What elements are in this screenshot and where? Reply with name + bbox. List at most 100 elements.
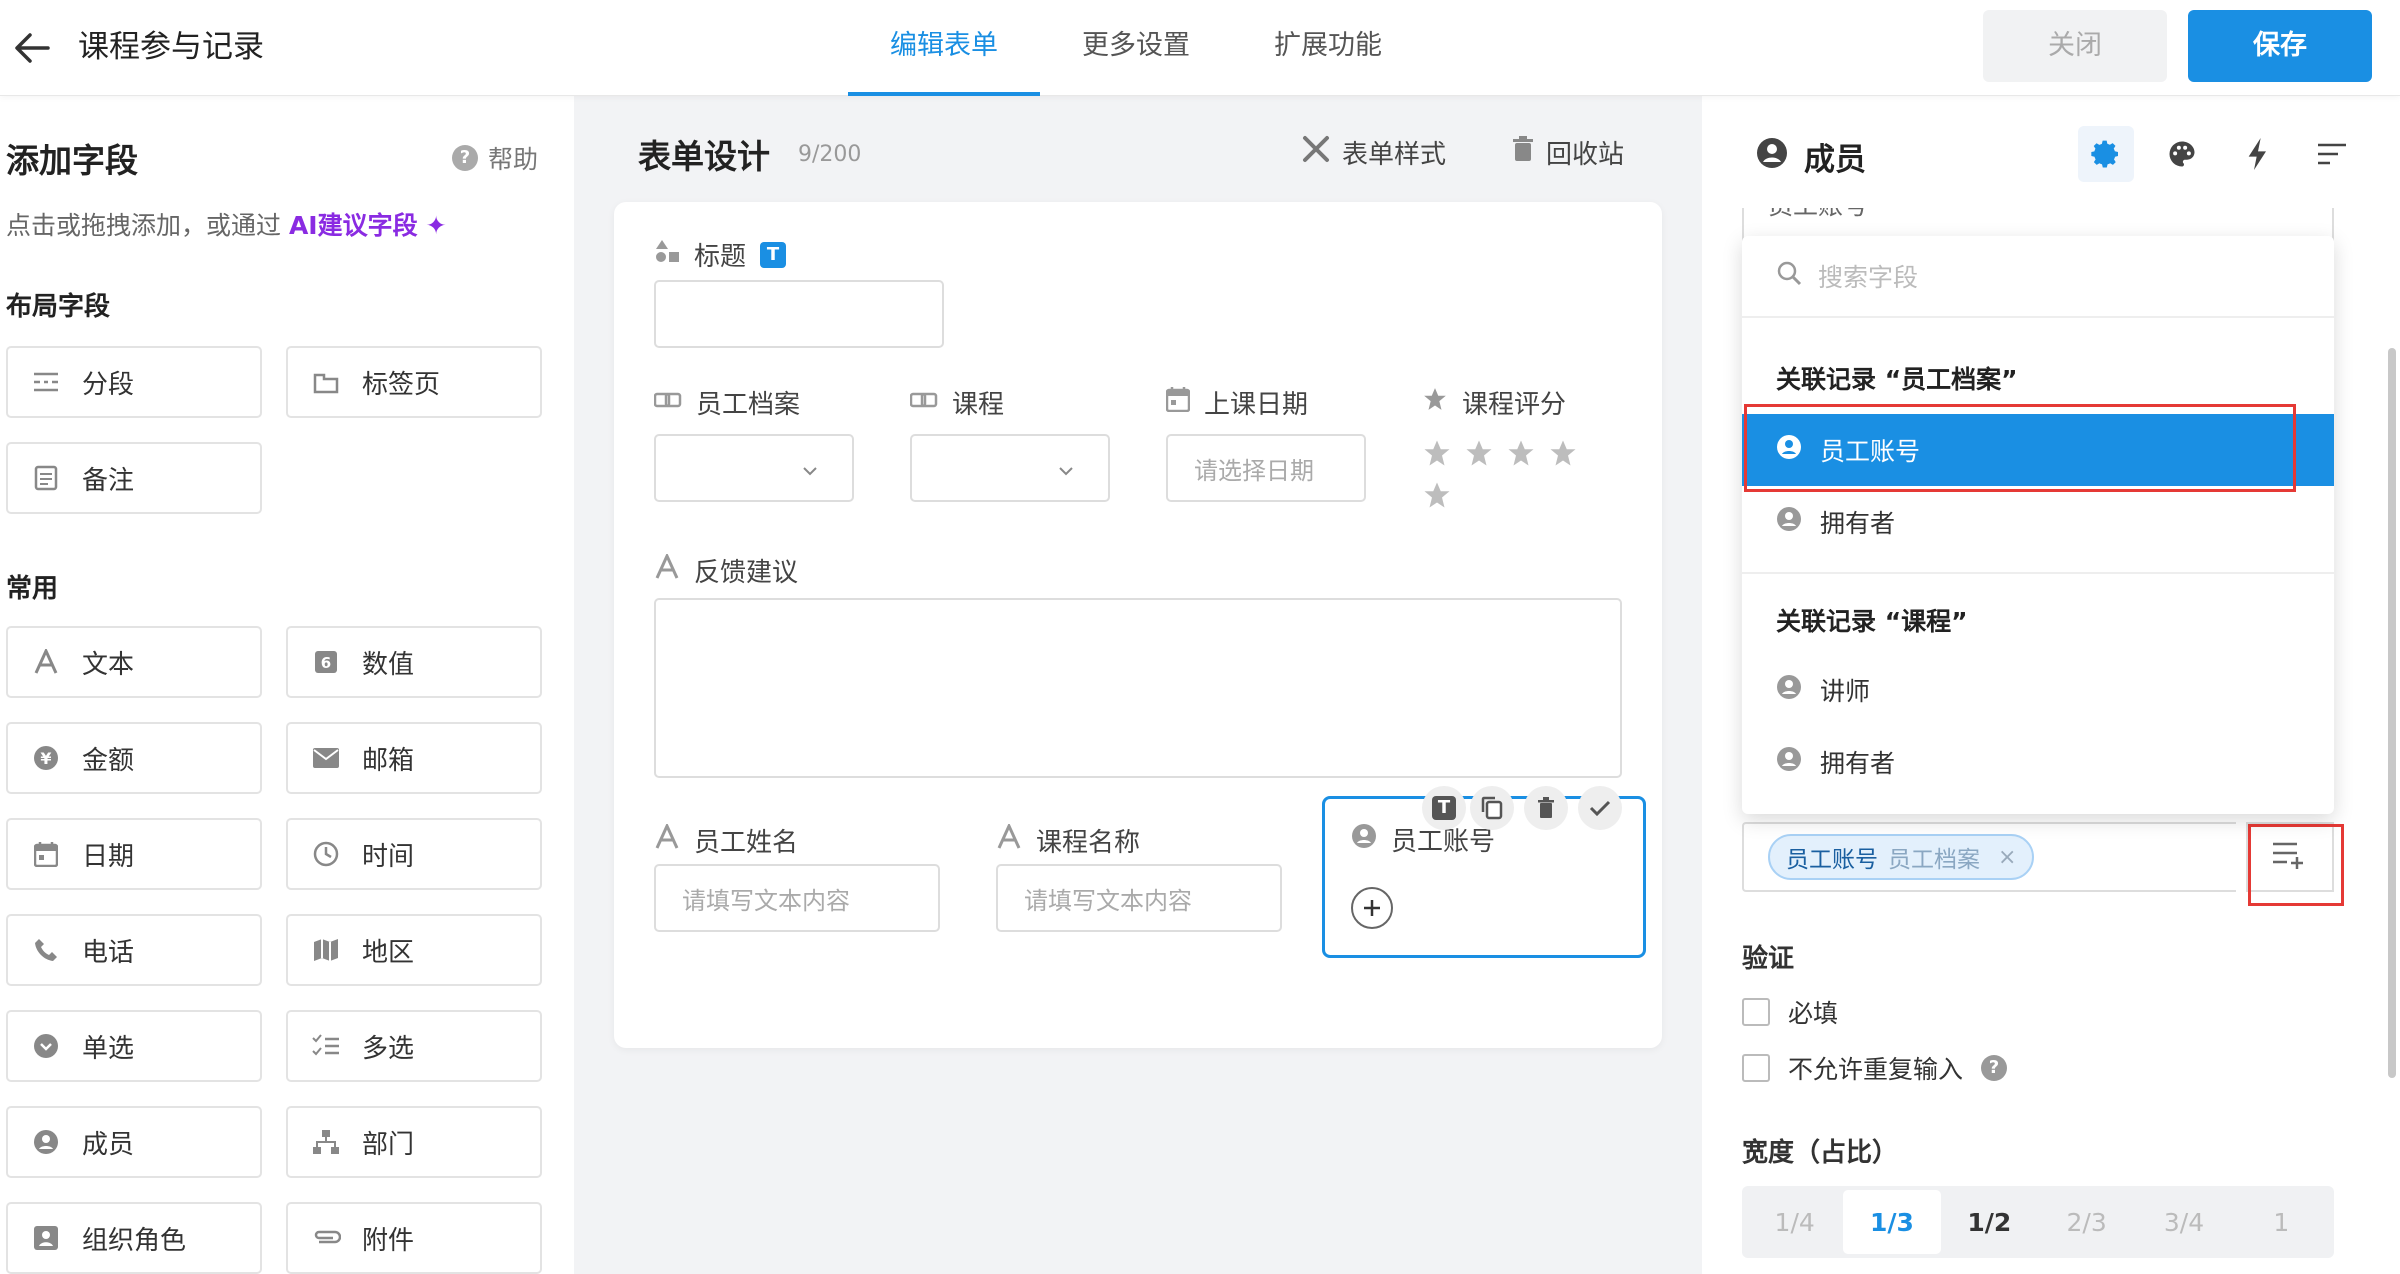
confirm-check-icon[interactable] — [1578, 786, 1622, 830]
field-button-time[interactable]: 时间 — [286, 818, 542, 890]
field-button-label: 时间 — [362, 841, 415, 872]
add-member-icon[interactable] — [1351, 887, 1393, 929]
width-option-2-3[interactable]: 2/3 — [2038, 1190, 2135, 1254]
title-input[interactable] — [654, 280, 944, 348]
dropdown-item-owner[interactable]: 拥有者 — [1742, 486, 2334, 558]
ai-suggest-link[interactable]: AI建议字段 — [289, 211, 418, 240]
settings-title-label: 成员 — [1804, 142, 1866, 178]
member-icon — [1776, 746, 1802, 778]
sort-lines-icon[interactable] — [2304, 126, 2360, 182]
class-date-input[interactable]: 请选择日期 — [1166, 434, 1366, 502]
tab-more-settings[interactable]: 更多设置 — [1040, 0, 1232, 96]
calendar-icon — [1165, 386, 1191, 419]
rating-star-4[interactable] — [1550, 440, 1576, 466]
member-icon — [30, 1126, 62, 1158]
field-button-tab-page[interactable]: 标签页 — [286, 346, 542, 418]
lightning-icon[interactable] — [2230, 126, 2286, 182]
help-link[interactable]: ? 帮助 — [452, 140, 538, 176]
checkbox-box[interactable] — [1742, 1054, 1770, 1082]
field-button-section[interactable]: 分段 — [6, 346, 262, 418]
recycle-bin-label: 回收站 — [1546, 140, 1625, 170]
checklist-icon — [310, 1030, 342, 1062]
field-button-member[interactable]: 成员 — [6, 1106, 262, 1178]
rating-star-1[interactable] — [1424, 440, 1450, 466]
field-label: 上课日期 — [1204, 390, 1309, 420]
field-label: 员工姓名 — [694, 828, 799, 858]
phone-icon — [30, 934, 62, 966]
number-icon: 6 — [310, 646, 342, 678]
field-button-attachment[interactable]: 附件 — [286, 1202, 542, 1274]
dropdown-item-owner-course[interactable]: 拥有者 — [1742, 726, 2334, 798]
delete-icon[interactable] — [1524, 786, 1568, 830]
width-option-3-4[interactable]: 3/4 — [2135, 1190, 2232, 1254]
course-select[interactable] — [910, 434, 1110, 502]
field-button-multi-select[interactable]: 多选 — [286, 1010, 542, 1082]
form-card: 标题 T 员工档案 课程 上课日期 请选择日期 课程评分 反馈建议 员工姓名 请… — [614, 202, 1662, 1048]
close-button[interactable]: 关闭 — [1983, 10, 2167, 82]
field-button-number[interactable]: 6 数值 — [286, 626, 542, 698]
field-button-label: 数值 — [362, 649, 415, 680]
field-button-phone[interactable]: 电话 — [6, 914, 262, 986]
selected-fields-input[interactable]: 员工账号 员工档案 × — [1742, 822, 2236, 892]
employee-file-select[interactable] — [654, 434, 854, 502]
width-option-1-2[interactable]: 1/2 — [1941, 1190, 2038, 1254]
tag-remove-icon[interactable]: × — [1998, 845, 2016, 870]
width-option-1-4[interactable]: 1/4 — [1746, 1190, 1843, 1254]
group-title-employee-file: 关联记录 “员工档案” — [1776, 365, 2018, 394]
field-label-course: 课程 — [909, 384, 1004, 421]
field-label: 员工档案 — [696, 390, 801, 420]
course-name-input[interactable]: 请填写文本内容 — [996, 864, 1282, 932]
save-button[interactable]: 保存 — [2188, 10, 2372, 82]
form-style-label: 表单样式 — [1342, 140, 1447, 170]
field-button-department[interactable]: 部门 — [286, 1106, 542, 1178]
width-option-1-3[interactable]: 1/3 — [1843, 1190, 1941, 1254]
copy-icon[interactable] — [1470, 786, 1514, 830]
form-style-button[interactable]: 表单样式 — [1302, 134, 1446, 171]
field-button-currency[interactable]: ¥ 金额 — [6, 722, 262, 794]
no-duplicate-checkbox[interactable]: 不允许重复输入 ? — [1742, 1050, 2008, 1086]
field-button-label: 组织角色 — [82, 1225, 187, 1256]
rating-star-3[interactable] — [1508, 440, 1534, 466]
text-type-icon: T — [1432, 796, 1456, 820]
form-design-area: 表单设计 9/200 表单样式 回收站 标题 T 员工档案 课程 上课日期 请选… — [574, 96, 1702, 1274]
field-type-button[interactable]: T — [1422, 786, 1466, 830]
page-title: 课程参与记录 — [78, 29, 264, 65]
required-checkbox[interactable]: 必填 — [1742, 994, 1838, 1030]
field-label-employee-name: 员工姓名 — [654, 822, 798, 859]
tab-extensions[interactable]: 扩展功能 — [1232, 0, 1424, 96]
feedback-textarea[interactable] — [654, 598, 1622, 778]
field-label: 反馈建议 — [694, 558, 799, 588]
question-icon[interactable]: ? — [1981, 1055, 2008, 1081]
recycle-bin-button[interactable]: 回收站 — [1512, 134, 1624, 171]
field-button-text[interactable]: 文本 — [6, 626, 262, 698]
common-fields-title: 常用 — [6, 574, 59, 604]
tab-edit-form[interactable]: 编辑表单 — [848, 0, 1040, 96]
palette-icon[interactable] — [2154, 126, 2210, 182]
rating-stars-graphic — [1424, 440, 1576, 508]
field-button-note[interactable]: 备注 — [6, 442, 262, 514]
checkbox-label: 不允许重复输入 — [1788, 1055, 1964, 1084]
field-button-single-select[interactable]: 单选 — [6, 1010, 262, 1082]
member-icon — [1776, 674, 1802, 706]
course-rating-stars[interactable] — [1422, 438, 1602, 532]
field-label-feedback: 反馈建议 — [654, 552, 798, 589]
field-button-date[interactable]: 日期 — [6, 818, 262, 890]
field-search-input[interactable]: 搜索字段 — [1742, 236, 2334, 318]
field-button-org-role[interactable]: 组织角色 — [6, 1202, 262, 1274]
field-button-region[interactable]: 地区 — [286, 914, 542, 986]
checkbox-box[interactable] — [1742, 998, 1770, 1026]
width-title: 宽度（占比） — [1742, 1138, 1899, 1168]
rating-star-5[interactable] — [1424, 482, 1450, 508]
field-button-email[interactable]: 邮箱 — [286, 722, 542, 794]
gear-icon[interactable] — [2078, 126, 2134, 182]
back-arrow-icon[interactable] — [10, 26, 54, 70]
employee-name-input[interactable]: 请填写文本内容 — [654, 864, 940, 932]
width-option-full[interactable]: 1 — [2233, 1190, 2330, 1254]
field-settings-panel: 成员 员工账号 搜索字段 关联记录 “员工档案” 员工账号 拥有者 关联记录 “… — [1702, 96, 2400, 1274]
highlight-box — [2248, 824, 2344, 906]
field-label-course-name: 课程名称 — [996, 822, 1140, 859]
field-source-value: 员工账号 — [1768, 208, 1868, 222]
dropdown-item-lecturer[interactable]: 讲师 — [1742, 654, 2334, 726]
rating-star-2[interactable] — [1466, 440, 1492, 466]
panel-scrollbar[interactable] — [2388, 348, 2396, 1078]
